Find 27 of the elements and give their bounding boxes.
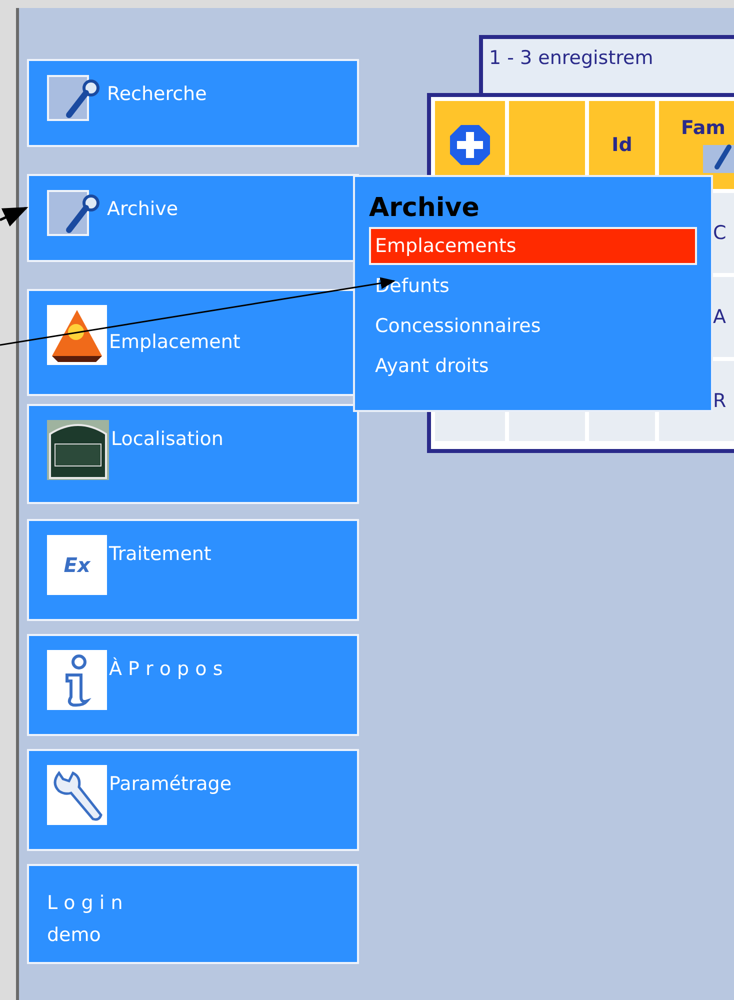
- menu-button[interactable]: Archive: [27, 174, 359, 262]
- login-button[interactable]: L o g i n demo: [27, 864, 359, 964]
- menu-label: Localisation: [111, 427, 224, 450]
- menu-button[interactable]: Localisation: [27, 404, 359, 504]
- dropdown-title: Archive: [369, 193, 480, 223]
- menu-button[interactable]: Recherche: [27, 59, 359, 147]
- menu-button[interactable]: Ex Traitement: [27, 519, 359, 621]
- dropdown-item[interactable]: Emplacements: [369, 227, 697, 265]
- pyramid-icon: [47, 305, 107, 365]
- menu-label: Emplacement: [109, 330, 240, 353]
- annotation-arrow: [0, 206, 28, 226]
- menu-label: Paramétrage: [109, 772, 232, 795]
- menu-button[interactable]: À P r o p o s: [27, 634, 359, 736]
- menu-label: Archive: [107, 197, 178, 220]
- wrench-icon: [47, 765, 107, 825]
- menu-label: À P r o p o s: [109, 656, 223, 680]
- info-icon: [47, 650, 107, 710]
- column-header: Id: [612, 134, 632, 156]
- add-icon[interactable]: [449, 124, 491, 166]
- ex-icon: Ex: [47, 535, 107, 595]
- street-sign-icon: [47, 420, 109, 480]
- dropdown-item[interactable]: Concessionnaires: [369, 307, 697, 345]
- menu-label: Recherche: [107, 82, 207, 105]
- column-header: Fam: [681, 117, 726, 139]
- menu-label: Traitement: [109, 542, 212, 565]
- menu-button[interactable]: Paramétrage: [27, 749, 359, 851]
- record-count: 1 - 3 enregistrem: [479, 35, 734, 93]
